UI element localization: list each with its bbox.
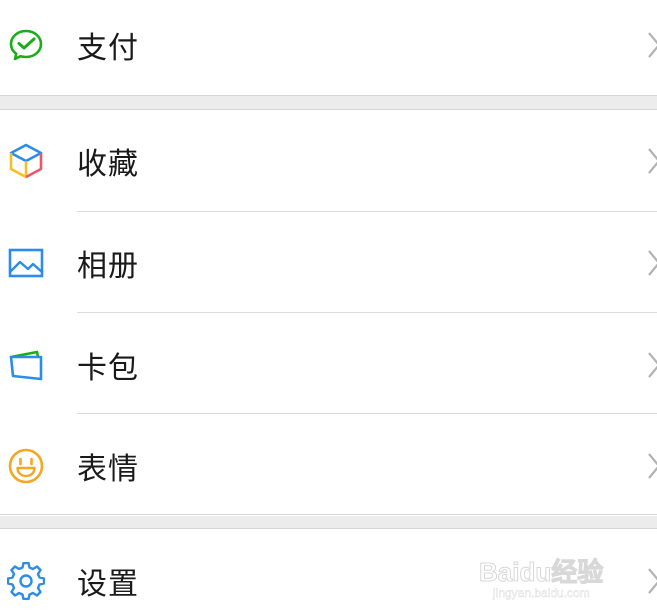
menu-item-stickers[interactable]: 表情 (0, 416, 657, 516)
menu-group-pay: 支付 (0, 0, 657, 95)
menu-item-label: 设置 (77, 567, 139, 602)
chevron-right-icon (647, 452, 657, 480)
chevron-right-icon (647, 249, 657, 277)
chevron-right-icon (647, 31, 657, 59)
section-separator (0, 514, 657, 515)
card-wallet-icon (7, 346, 45, 384)
menu-item-label: 表情 (77, 452, 139, 487)
menu-item-album[interactable]: 相册 (0, 212, 657, 313)
menu-item-label: 相册 (77, 248, 139, 284)
chevron-right-icon (647, 567, 657, 595)
chevron-right-icon (647, 147, 657, 175)
menu-item-label: 收藏 (77, 146, 139, 182)
watermark-url: jingyan.baidu.com (493, 586, 590, 600)
menu-item-pay[interactable]: 支付 (0, 0, 657, 95)
smiley-face-icon (7, 447, 45, 485)
gear-icon (7, 562, 45, 600)
me-page-menu: 支付 收藏 相册 卡包 表情 设置 Baidu经验 jingyan.baidu.… (0, 0, 657, 612)
chevron-right-icon (647, 351, 657, 379)
menu-item-label: 卡包 (77, 350, 139, 386)
baidu-jingyan-watermark: Baidu经验 jingyan.baidu.com (478, 542, 629, 604)
favorites-cube-icon (7, 142, 45, 180)
watermark-brand: Baidu经验 (478, 557, 604, 588)
row-divider (77, 312, 657, 313)
menu-item-favorites[interactable]: 收藏 (0, 110, 657, 211)
wechat-pay-icon (7, 26, 45, 64)
menu-group-main: 收藏 相册 卡包 表情 (0, 110, 657, 516)
menu-item-label: 支付 (77, 30, 139, 66)
row-divider (77, 413, 657, 414)
section-separator (0, 95, 657, 96)
album-picture-icon (7, 244, 45, 282)
menu-item-cards[interactable]: 卡包 (0, 314, 657, 415)
